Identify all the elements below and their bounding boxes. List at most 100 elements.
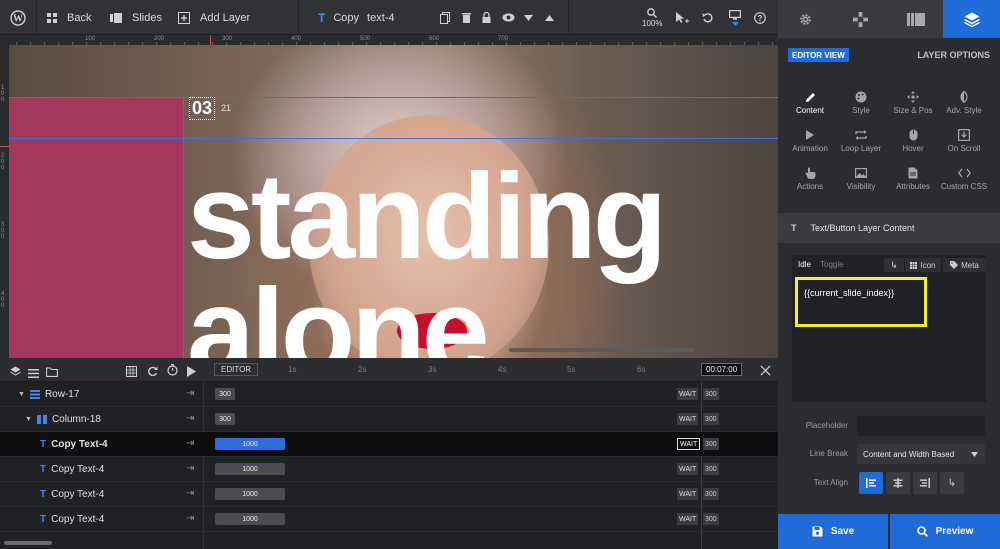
editor-time-button[interactable]: EDITOR — [214, 363, 259, 376]
timeline-bar[interactable]: 300 — [215, 388, 235, 400]
line-break-select[interactable]: Content and Width Based — [857, 444, 985, 464]
headline-line-1[interactable]: standing — [187, 155, 667, 277]
tab-toggle[interactable]: Toggle — [820, 260, 844, 269]
wait-badge[interactable]: WAIT — [677, 513, 699, 525]
option-custom-css[interactable]: Custom CSS — [936, 164, 992, 200]
canvas-scrollbar[interactable] — [509, 348, 694, 352]
timeline-bar[interactable]: 1000 — [215, 438, 285, 450]
caret-down-icon[interactable]: ▼ — [25, 416, 32, 423]
zoom-control[interactable]: 100% — [642, 0, 662, 35]
timeline-row[interactable]: ▼ Column-18 ⇥ 300 WAIT 300 — [0, 407, 778, 432]
play-icon[interactable] — [187, 364, 196, 382]
arrow-up-icon[interactable] — [545, 0, 554, 35]
help-icon[interactable]: ? — [754, 0, 766, 35]
option-content[interactable]: Content — [782, 88, 838, 124]
end-duration[interactable]: 300 — [703, 513, 719, 525]
collapse-arrow-icon[interactable]: ⇥ — [186, 463, 194, 474]
list-icon[interactable] — [28, 365, 39, 383]
slides-button[interactable]: Slides — [110, 0, 162, 35]
folder-icon[interactable] — [46, 364, 58, 382]
layers-icon — [963, 12, 980, 27]
option-on-scroll[interactable]: On Scroll — [936, 126, 992, 162]
wait-badge[interactable]: WAIT — [677, 488, 699, 500]
device-desktop-icon[interactable] — [729, 0, 741, 35]
add-layer-button[interactable]: Add Layer — [178, 0, 250, 35]
stopwatch-icon[interactable] — [167, 363, 178, 381]
timeline-row[interactable]: T Copy Text-4 ⇥ 1000 WAIT 300 — [0, 482, 778, 507]
grid-icon[interactable] — [126, 364, 137, 382]
timeline-bar[interactable]: 1000 — [215, 488, 285, 500]
meta-button[interactable]: Meta — [943, 258, 986, 272]
option-adv-style[interactable]: Adv. Style — [936, 88, 992, 124]
slide-canvas[interactable]: 03 21 standing alone — [9, 45, 778, 358]
close-icon[interactable] — [760, 363, 771, 381]
end-duration[interactable]: 300 — [703, 488, 719, 500]
pink-overlay-shape[interactable] — [9, 97, 183, 358]
content-textarea[interactable]: {{current_slide_index}} — [795, 277, 927, 327]
collapse-arrow-icon[interactable]: ⇥ — [186, 388, 194, 399]
wait-badge[interactable]: WAIT — [677, 438, 701, 450]
collapse-arrow-icon[interactable]: ⇥ — [186, 513, 194, 524]
timeline-row[interactable]: T Copy Text-4 ⇥ 1000 WAIT 300 — [0, 507, 778, 532]
navigation-tab[interactable] — [833, 0, 888, 38]
layers-icon[interactable] — [10, 364, 21, 382]
timeline-scrollbar[interactable] — [4, 541, 52, 545]
duplicate-icon[interactable] — [440, 0, 450, 35]
align-center-button[interactable] — [886, 472, 910, 494]
caret-down-icon[interactable]: ▼ — [18, 391, 25, 398]
arrow-down-icon[interactable] — [524, 0, 533, 35]
save-button[interactable]: Save — [778, 514, 888, 549]
align-inherit-icon[interactable]: ↳ — [940, 472, 964, 494]
option-size-pos[interactable]: Size & Pos — [885, 88, 941, 124]
timeline-bar[interactable]: 1000 — [215, 513, 285, 525]
loop-icon[interactable] — [147, 364, 158, 382]
layers-tab[interactable] — [943, 0, 1000, 38]
option-animation[interactable]: Animation — [782, 126, 838, 162]
layer-options-button[interactable]: LAYER OPTIONS — [917, 50, 990, 60]
tab-idle[interactable]: Idle — [798, 260, 811, 269]
wait-badge[interactable]: WAIT — [677, 463, 699, 475]
collapse-arrow-icon[interactable]: ⇥ — [186, 488, 194, 499]
timeline-bar[interactable]: 300 — [215, 413, 235, 425]
collapse-arrow-icon[interactable]: ⇥ — [186, 413, 194, 424]
timeline-row[interactable]: T Copy Text-4 ⇥ 1000 WAIT 300 — [0, 457, 778, 482]
headline-line-2[interactable]: alone — [187, 270, 490, 358]
undo-icon[interactable] — [702, 0, 713, 35]
end-duration[interactable]: 300 — [703, 438, 719, 450]
line-break-toggle-icon[interactable]: ↳ — [884, 258, 904, 272]
wait-badge[interactable]: WAIT — [677, 413, 699, 425]
layer-title[interactable]: T Copy text-4 — [318, 0, 395, 35]
vertical-ruler: 1 0 0 2 0 0 3 0 0 4 0 0 — [0, 45, 9, 358]
placeholder-input[interactable] — [857, 416, 985, 436]
eye-icon[interactable] — [502, 0, 515, 35]
option-loop-layer[interactable]: Loop Layer — [833, 126, 889, 162]
option-attributes[interactable]: Attributes — [885, 164, 941, 200]
timeline-row[interactable]: ▼ Row-17 ⇥ 300 WAIT 300 — [0, 382, 778, 407]
end-duration[interactable]: 300 — [703, 463, 719, 475]
end-duration[interactable]: 300 — [703, 388, 719, 400]
duration-display[interactable]: 00:07:00 — [701, 363, 743, 376]
cursor-icon[interactable] — [675, 0, 691, 35]
collapse-arrow-icon[interactable]: ⇥ — [186, 438, 194, 449]
content-section-header[interactable]: T Text/Button Layer Content — [778, 213, 1000, 243]
slide-index-layer[interactable]: 03 21 — [189, 96, 231, 120]
end-duration[interactable]: 300 — [703, 413, 719, 425]
wordpress-logo-icon[interactable]: W — [10, 0, 26, 35]
settings-tab[interactable] — [778, 0, 833, 38]
align-left-button[interactable] — [859, 472, 883, 494]
option-actions[interactable]: Actions — [782, 164, 838, 200]
slide-tab[interactable] — [888, 0, 943, 38]
align-right-button[interactable] — [913, 472, 937, 494]
lock-icon[interactable] — [482, 0, 491, 35]
timeline-row-active[interactable]: T Copy Text-4 ⇥ 1000 WAIT 300 — [0, 432, 778, 457]
option-style[interactable]: Style — [833, 88, 889, 124]
wait-badge[interactable]: WAIT — [677, 388, 699, 400]
back-button[interactable]: Back — [47, 0, 91, 35]
icon-button[interactable]: Icon — [905, 258, 941, 272]
preview-button[interactable]: Preview — [890, 514, 1000, 549]
option-hover[interactable]: Hover — [885, 126, 941, 162]
option-visibility[interactable]: Visibility — [833, 164, 889, 200]
trash-icon[interactable] — [462, 0, 471, 35]
timeline-bar[interactable]: 1000 — [215, 463, 285, 475]
editor-view-button[interactable]: EDITOR VIEW — [788, 48, 849, 62]
